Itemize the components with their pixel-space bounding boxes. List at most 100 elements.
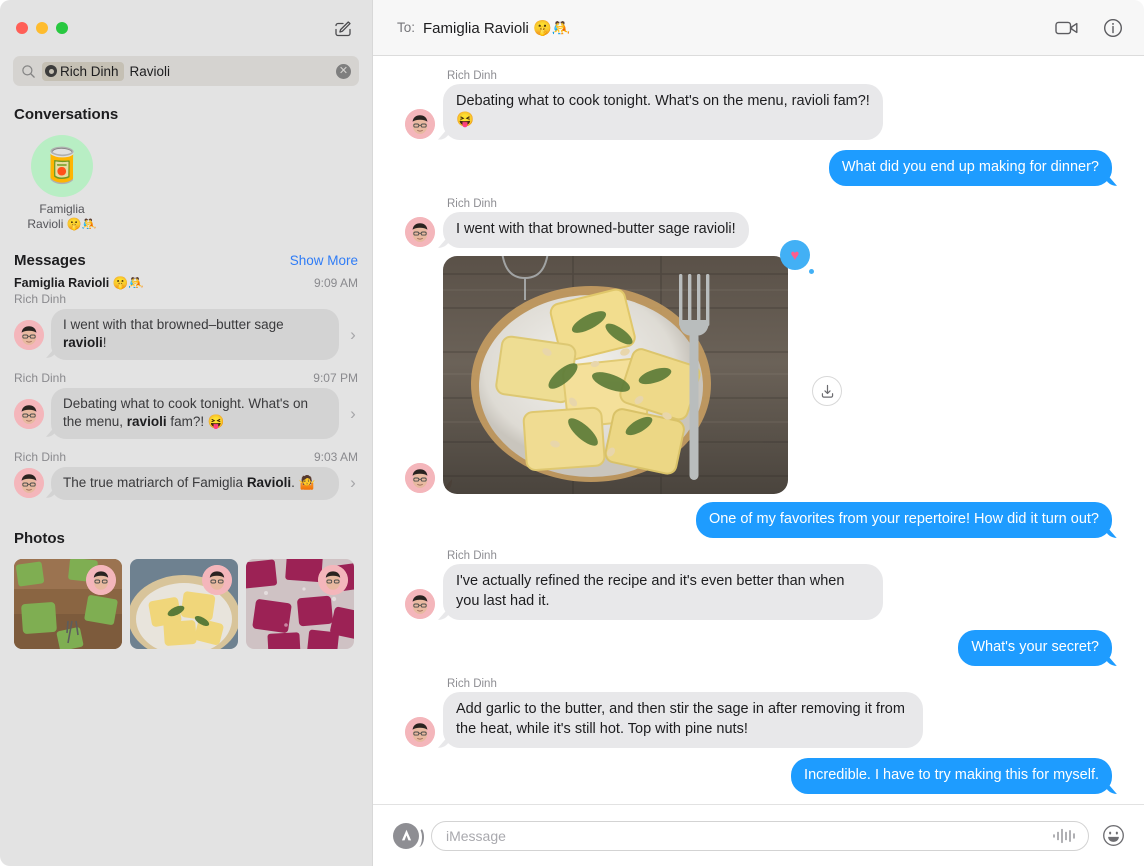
result-text-after: ! [102,335,107,351]
photo-thumbnail-2[interactable] [246,558,354,649]
message-row-in: I've actually refined the recipe and it'… [391,564,1126,620]
app-store-icon[interactable] [393,822,424,849]
message-row-out: One of my favorites from your repertoire… [391,502,1126,539]
close-button[interactable] [16,22,28,34]
show-more-link[interactable]: Show More [290,253,358,268]
tapback-heart-icon[interactable]: ♥ [780,240,814,275]
heart-icon: ♥ [790,246,800,264]
result-text-after: fam?! 😝 [166,414,225,430]
chevron-right-icon[interactable]: › [346,325,360,345]
composer: iMessage [373,804,1144,866]
result-message-text: Debating what to cook tonight. What's on… [51,388,339,439]
photos-section-header: Photos [0,510,372,553]
avatar [405,108,435,139]
message-sender-label: Rich Dinh [447,678,497,691]
titlebar [0,0,372,56]
sidebar: Rich Dinh Ravioli ✕ Conversations 🥫 Fami… [0,0,372,866]
attachment-container: ♥ [443,240,814,495]
message-bubble[interactable]: What did you end up making for dinner? [828,149,1112,186]
message-result-meta: Rich Dinh 9:03 AM [10,449,362,466]
search-token-rich-dinh[interactable]: Rich Dinh [42,61,124,81]
result-sender: Rich Dinh [14,449,67,464]
list-item[interactable]: I went with that browned–butter sage rav… [10,308,362,370]
avatar [14,319,44,350]
conversations-section-header: Conversations [0,86,372,129]
message-bubble[interactable]: What's your secret? [958,629,1112,667]
message-row-in: I went with that browned-butter sage rav… [391,211,1126,249]
message-sender-label: Rich Dinh [447,550,497,563]
conversations-list: 🥫 Famiglia Ravioli 🤫🤼 [0,129,372,232]
message-result-0: Famiglia Ravioli 🤫🤼 Rich Dinh 9:09 AM I … [10,275,362,370]
message-bubble[interactable]: I went with that browned-butter sage rav… [443,211,749,249]
search-input[interactable]: Rich Dinh Ravioli ✕ [13,56,359,86]
message-input[interactable]: iMessage [431,820,1089,851]
message-row-attachment: ♥ [391,240,1126,495]
message-sender-label: Rich Dinh [447,70,497,82]
conversations-title: Conversations [14,106,119,123]
clear-icon[interactable]: ✕ [336,63,351,79]
avatar [405,588,435,619]
photo-thumbnail-0[interactable] [14,558,122,649]
conversation-item-famiglia-ravioli[interactable]: 🥫 Famiglia Ravioli 🤫🤼 [10,135,114,232]
result-time: 9:09 AM [313,276,358,290]
photo-thumbnail-1[interactable] [130,558,238,649]
result-text-before: The true matriarch of Famiglia [63,475,247,491]
result-conversation-title: Famiglia Ravioli 🤫🤼 [14,276,144,290]
chat-header: To: Famiglia Ravioli 🤫🤼 [373,0,1144,56]
avatar [86,564,116,595]
photos-list [0,553,372,649]
compose-icon[interactable] [332,18,354,40]
message-row-out: What's your secret? [391,629,1126,667]
message-result-meta: Rich Dinh 9:07 PM [10,370,362,387]
avatar [318,564,348,595]
zoom-button[interactable] [56,22,68,34]
search-icon [21,64,36,79]
conversation-name-line1: Famiglia [39,202,85,216]
messages-title: Messages [14,252,86,269]
list-item[interactable]: Debating what to cook tonight. What's on… [10,387,362,449]
message-result-meta: Famiglia Ravioli 🤫🤼 Rich Dinh 9:09 AM [10,275,362,308]
attachment-image[interactable] [443,256,788,495]
search-token-label: Rich Dinh [60,63,119,79]
canned-food-icon: 🥫 [40,147,84,185]
video-camera-icon[interactable] [1054,15,1080,41]
result-text-before: I went with that browned–butter sage [63,317,284,333]
message-sender-label: Rich Dinh [447,197,497,210]
avatar [405,217,435,248]
search-query-text: Ravioli [129,63,171,79]
result-text-highlight: ravioli [63,335,103,351]
result-sender: Rich Dinh [14,292,67,307]
recipient-name[interactable]: Famiglia Ravioli 🤫🤼 [423,19,570,37]
result-message-text: I went with that browned–butter sage rav… [51,309,339,361]
search-container: Rich Dinh Ravioli ✕ [0,56,372,86]
chevron-right-icon[interactable]: › [346,473,360,493]
person-icon [45,65,57,77]
emoji-smiley-icon[interactable] [1101,823,1126,848]
chat-pane: To: Famiglia Ravioli 🤫🤼 Rich Dinh Debati… [372,0,1144,866]
message-row-in: Debating what to cook tonight. What's on… [391,84,1126,140]
result-sender: Rich Dinh [14,371,67,386]
result-text-after: . 🤷 [291,475,316,491]
message-bubble[interactable]: Debating what to cook tonight. What's on… [443,84,883,140]
sidebar-results: Conversations 🥫 Famiglia Ravioli 🤫🤼 Mess… [0,86,372,866]
message-result-1: Rich Dinh 9:07 PM Debating what to cook … [10,370,362,449]
message-thread[interactable]: Rich Dinh Debating what to cook tonight.… [373,56,1144,804]
messages-section-header: Messages Show More [0,232,372,275]
avatar [405,716,435,747]
message-bubble[interactable]: One of my favorites from your repertoire… [695,502,1112,539]
audio-waveform-icon[interactable] [1052,828,1078,844]
message-bubble[interactable]: Add garlic to the butter, and then stir … [443,692,923,748]
avatar [14,398,44,429]
message-bubble[interactable]: Incredible. I have to try making this fo… [791,757,1112,795]
chevron-right-icon[interactable]: › [346,404,360,424]
to-label: To: [397,20,416,35]
minimize-button[interactable] [36,22,48,34]
message-row-out: What did you end up making for dinner? [391,149,1126,186]
message-bubble[interactable]: I've actually refined the recipe and it'… [443,564,883,620]
conversation-item-label: Famiglia Ravioli 🤫🤼 [27,202,96,232]
download-icon[interactable] [812,376,842,407]
group-avatar: 🥫 [31,135,93,197]
info-icon[interactable] [1100,15,1126,41]
list-item[interactable]: The true matriarch of Famiglia Ravioli. … [10,466,362,510]
result-text-highlight: Ravioli [246,475,292,491]
